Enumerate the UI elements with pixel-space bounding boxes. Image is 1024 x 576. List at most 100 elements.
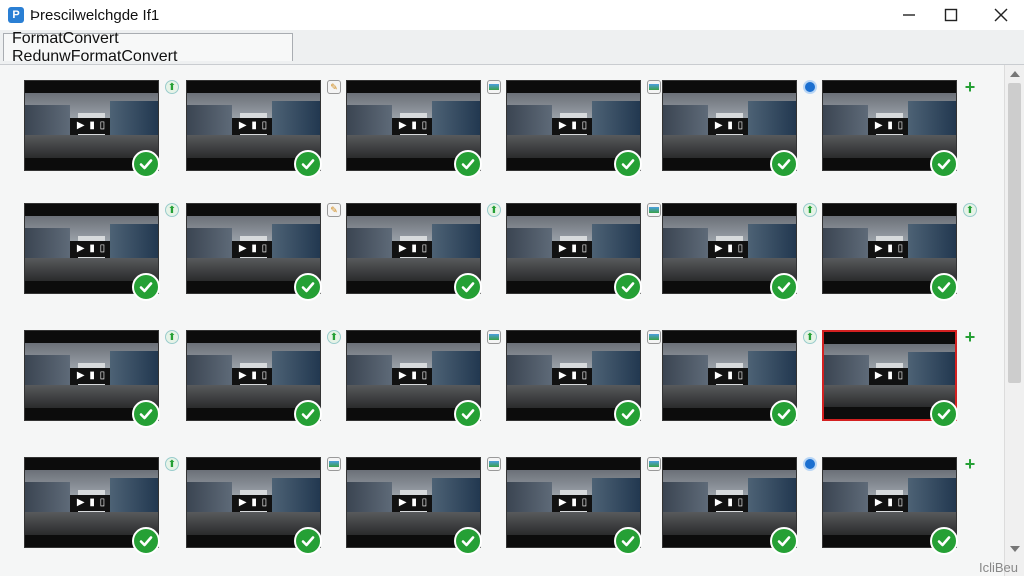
letterbox-top	[663, 331, 796, 343]
play-overlay-icon[interactable]: ▶ ▮ ▯	[398, 240, 429, 257]
scroll-down-icon[interactable]	[1010, 546, 1020, 552]
title-bar: P Þrescilwelchgde If1	[0, 0, 1024, 30]
upload-arrow-icon: ⬆	[165, 203, 179, 217]
vertical-scrollbar[interactable]	[1004, 65, 1024, 576]
thumbnail-grid: ▶ ▮ ▯ ⬆ ▶ ▮ ▯ ✎ ▶ ▮ ▯ ▶ ▮ ▯ ▶ ▮ ▯ ▶ ▮ ▯ + ▶ ▮ ▯ ⬆ ▶…	[0, 65, 1004, 576]
video-thumbnail[interactable]: ▶ ▮ ▯ ⬆	[346, 203, 504, 311]
tab-bar: FormatConvert RedunwFormatConvert	[0, 30, 1024, 65]
play-overlay-icon[interactable]: ▶ ▮ ▯	[874, 117, 905, 134]
video-thumbnail[interactable]: ▶ ▮ ▯	[662, 457, 820, 565]
video-thumbnail[interactable]: ▶ ▮ ▯ ⬆	[662, 330, 820, 438]
play-overlay-icon[interactable]: ▶ ▮ ▯	[558, 117, 589, 134]
video-thumbnail[interactable]: ▶ ▮ ▯	[186, 457, 344, 565]
image-icon	[487, 80, 501, 94]
scroll-thumb[interactable]	[1008, 83, 1021, 383]
play-overlay-icon[interactable]: ▶ ▮ ▯	[238, 240, 269, 257]
minimize-button[interactable]	[886, 0, 932, 30]
close-icon	[994, 8, 1008, 22]
video-thumbnail[interactable]: ▶ ▮ ▯ ⬆	[822, 203, 980, 311]
play-overlay-icon[interactable]: ▶ ▮ ▯	[558, 367, 589, 384]
letterbox-top	[187, 204, 320, 216]
play-overlay-icon[interactable]: ▶ ▮ ▯	[714, 240, 745, 257]
play-overlay-icon[interactable]: ▶ ▮ ▯	[238, 117, 269, 134]
video-thumbnail[interactable]: ▶ ▮ ▯	[346, 457, 504, 565]
check-circle-icon	[294, 150, 322, 178]
check-circle-icon	[294, 400, 322, 428]
video-thumbnail[interactable]: ▶ ▮ ▯	[346, 80, 504, 188]
scroll-up-icon[interactable]	[1010, 71, 1020, 77]
play-overlay-icon[interactable]: ▶ ▮ ▯	[76, 240, 107, 257]
letterbox-top	[25, 81, 158, 93]
play-overlay-icon[interactable]: ▶ ▮ ▯	[398, 367, 429, 384]
video-thumbnail[interactable]: ▶ ▮ ▯	[506, 203, 664, 311]
check-circle-icon	[930, 400, 958, 428]
letterbox-top	[663, 81, 796, 93]
letterbox-top	[25, 331, 158, 343]
play-overlay-icon[interactable]: ▶ ▮ ▯	[76, 117, 107, 134]
maximize-icon	[944, 8, 958, 22]
globe-icon	[803, 457, 817, 471]
video-thumbnail[interactable]: ▶ ▮ ▯	[662, 80, 820, 188]
edit-icon: ✎	[327, 80, 341, 94]
play-overlay-icon[interactable]: ▶ ▮ ▯	[238, 494, 269, 511]
image-icon	[647, 80, 661, 94]
check-circle-icon	[614, 527, 642, 555]
video-thumbnail[interactable]: ▶ ▮ ▯ ⬆	[24, 457, 182, 565]
play-overlay-icon[interactable]: ▶ ▮ ▯	[874, 367, 905, 384]
check-circle-icon	[614, 400, 642, 428]
play-overlay-icon[interactable]: ▶ ▮ ▯	[558, 494, 589, 511]
play-overlay-icon[interactable]: ▶ ▮ ▯	[238, 367, 269, 384]
video-thumbnail[interactable]: ▶ ▮ ▯ ⬆	[662, 203, 820, 311]
letterbox-top	[25, 458, 158, 470]
play-overlay-icon[interactable]: ▶ ▮ ▯	[874, 494, 905, 511]
video-thumbnail[interactable]: ▶ ▮ ▯	[346, 330, 504, 438]
video-thumbnail[interactable]: ▶ ▮ ▯ ⬆	[186, 330, 344, 438]
play-overlay-icon[interactable]: ▶ ▮ ▯	[558, 240, 589, 257]
image-icon	[647, 330, 661, 344]
play-overlay-icon[interactable]: ▶ ▮ ▯	[76, 494, 107, 511]
upload-arrow-icon: ⬆	[165, 330, 179, 344]
letterbox-top	[347, 204, 480, 216]
play-overlay-icon[interactable]: ▶ ▮ ▯	[874, 240, 905, 257]
window-title: Þrescilwelchgde If1	[30, 6, 160, 24]
video-thumbnail[interactable]: ▶ ▮ ▯	[506, 330, 664, 438]
video-thumbnail[interactable]: ▶ ▮ ▯ ⬆	[24, 203, 182, 311]
play-overlay-icon[interactable]: ▶ ▮ ▯	[76, 367, 107, 384]
play-overlay-icon[interactable]: ▶ ▮ ▯	[714, 117, 745, 134]
play-overlay-icon[interactable]: ▶ ▮ ▯	[714, 367, 745, 384]
video-thumbnail[interactable]: ▶ ▮ ▯ +	[822, 76, 980, 188]
letterbox-top	[663, 204, 796, 216]
play-overlay-icon[interactable]: ▶ ▮ ▯	[714, 494, 745, 511]
video-thumbnail[interactable]: ▶ ▮ ▯	[506, 80, 664, 188]
check-circle-icon	[930, 150, 958, 178]
app-icon: P	[8, 7, 24, 23]
status-text: IcliBeu	[978, 560, 1018, 575]
play-overlay-icon[interactable]: ▶ ▮ ▯	[398, 117, 429, 134]
thumbnail-area: ▶ ▮ ▯ ⬆ ▶ ▮ ▯ ✎ ▶ ▮ ▯ ▶ ▮ ▯ ▶ ▮ ▯ ▶ ▮ ▯ + ▶ ▮ ▯ ⬆ ▶…	[0, 65, 1004, 576]
close-button[interactable]	[978, 0, 1024, 30]
letterbox-top	[507, 331, 640, 343]
letterbox-top	[25, 204, 158, 216]
plus-icon: +	[964, 453, 976, 474]
letterbox-top	[823, 81, 956, 93]
plus-icon: +	[964, 76, 976, 97]
video-thumbnail[interactable]: ▶ ▮ ▯	[506, 457, 664, 565]
video-thumbnail[interactable]: ▶ ▮ ▯ +	[822, 327, 980, 438]
letterbox-top	[347, 458, 480, 470]
letterbox-top	[347, 81, 480, 93]
letterbox-top	[187, 331, 320, 343]
video-thumbnail[interactable]: ▶ ▮ ▯ ⬆	[24, 330, 182, 438]
image-icon	[487, 457, 501, 471]
video-thumbnail[interactable]: ▶ ▮ ▯ ✎	[186, 203, 344, 311]
play-overlay-icon[interactable]: ▶ ▮ ▯	[398, 494, 429, 511]
image-icon	[327, 457, 341, 471]
maximize-button[interactable]	[928, 0, 974, 30]
check-circle-icon	[930, 527, 958, 555]
video-thumbnail[interactable]: ▶ ▮ ▯ ✎	[186, 80, 344, 188]
tab-label: FormatConvert RedunwFormatConvert	[12, 29, 178, 65]
check-circle-icon	[454, 150, 482, 178]
video-thumbnail[interactable]: ▶ ▮ ▯ ⬆	[24, 80, 182, 188]
upload-arrow-icon: ⬆	[327, 330, 341, 344]
video-thumbnail[interactable]: ▶ ▮ ▯ +	[822, 453, 980, 565]
tab-formatconvert[interactable]: FormatConvert RedunwFormatConvert	[3, 30, 293, 65]
